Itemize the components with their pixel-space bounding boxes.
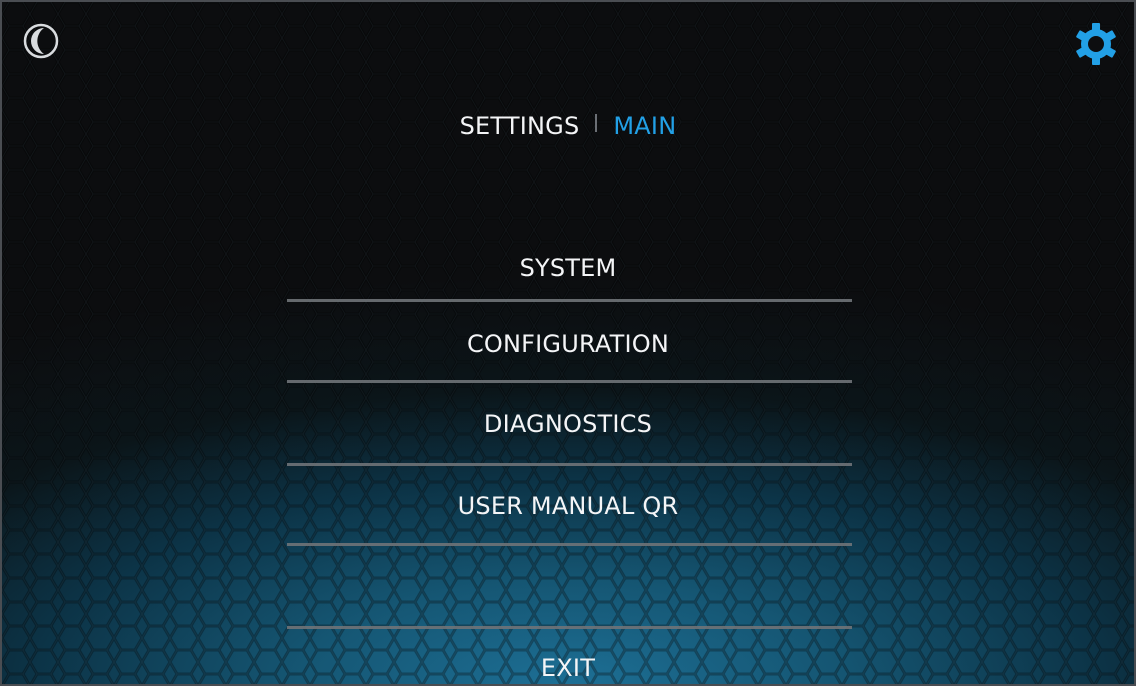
menu-item-system[interactable]: SYSTEM: [2, 254, 1134, 282]
breadcrumb-settings[interactable]: SETTINGS: [460, 112, 580, 140]
moon-icon[interactable]: [22, 22, 60, 60]
breadcrumb-separator: [595, 114, 598, 132]
divider: [287, 463, 852, 466]
gear-icon[interactable]: [1074, 22, 1118, 66]
menu-item-user-manual-qr[interactable]: USER MANUAL QR: [2, 492, 1134, 520]
menu-item-diagnostics[interactable]: DIAGNOSTICS: [2, 410, 1134, 438]
breadcrumb: SETTINGS MAIN: [2, 112, 1134, 140]
exit-button[interactable]: EXIT: [2, 654, 1134, 682]
divider: [287, 380, 852, 383]
divider: [287, 299, 852, 302]
breadcrumb-current: MAIN: [613, 112, 677, 140]
menu-item-configuration[interactable]: CONFIGURATION: [2, 330, 1134, 358]
settings-screen: SETTINGS MAIN SYSTEM CONFIGURATION DIAGNO…: [0, 0, 1136, 686]
divider: [287, 543, 852, 546]
divider: [287, 626, 852, 629]
